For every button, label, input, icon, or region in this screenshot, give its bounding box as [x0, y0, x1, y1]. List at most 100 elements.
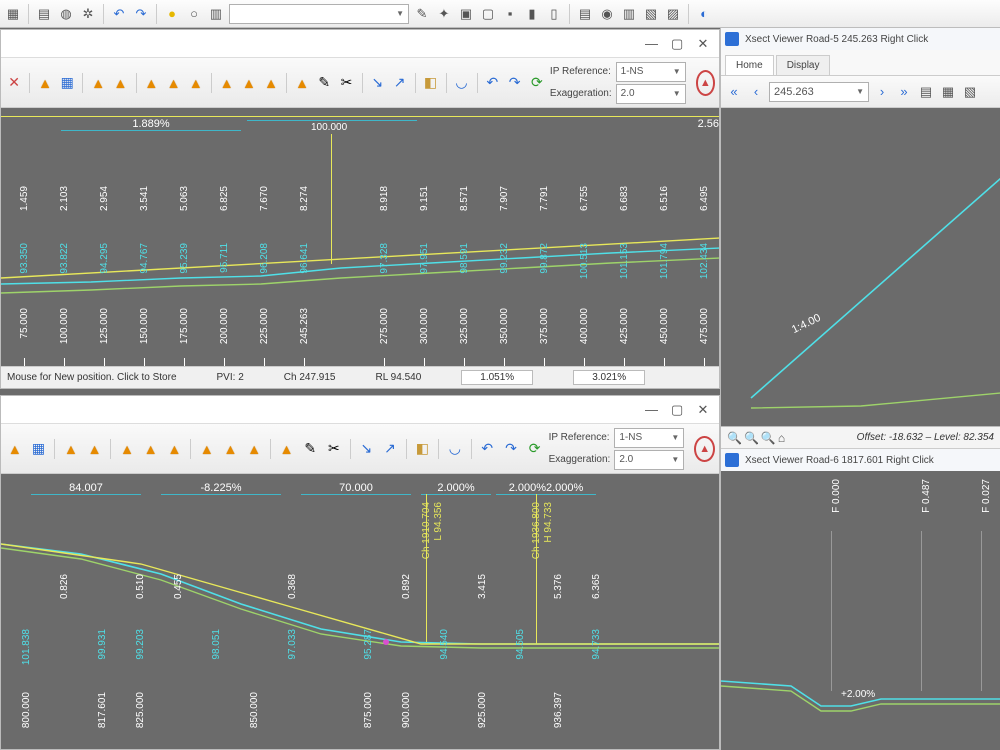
- ip-b-icon[interactable]: ▲: [111, 68, 129, 98]
- undo-icon[interactable]: ↶: [110, 5, 128, 23]
- ip2c-icon[interactable]: ▲: [117, 434, 137, 464]
- ip-f-icon[interactable]: ▲: [218, 68, 236, 98]
- next-icon[interactable]: ›: [873, 83, 891, 101]
- layer-combo[interactable]: ▼: [229, 4, 409, 24]
- select-rect-icon[interactable]: ▢: [479, 5, 497, 23]
- refresh-button[interactable]: ▲: [696, 70, 715, 96]
- scissors-icon[interactable]: ✂: [337, 68, 355, 98]
- ip-table-icon[interactable]: ▦: [29, 434, 49, 464]
- ip-insert-icon[interactable]: ▲: [5, 434, 25, 464]
- tab-home[interactable]: Home: [725, 55, 774, 75]
- level-value: 94.767: [139, 243, 150, 274]
- pick-icon[interactable]: ▪: [501, 5, 519, 23]
- cline2-icon[interactable]: ↗: [380, 434, 400, 464]
- ip-insert-icon[interactable]: ▲: [36, 68, 54, 98]
- ip-ref-combo[interactable]: 1-NS ▼: [616, 62, 686, 82]
- xs-tool-c-icon[interactable]: ▧: [961, 83, 979, 101]
- ip-g-icon[interactable]: ▲: [240, 68, 258, 98]
- zoom-in-icon[interactable]: 🔍: [727, 431, 742, 445]
- film-icon[interactable]: ▥: [207, 5, 225, 23]
- ip-e-icon[interactable]: ▲: [187, 68, 205, 98]
- layers-icon[interactable]: ▤: [35, 5, 53, 23]
- maximize-button[interactable]: ▢: [671, 402, 683, 418]
- zoom-home-icon[interactable]: ⌂: [778, 431, 785, 445]
- chainage-value: 100.000: [59, 308, 70, 344]
- select-icon[interactable]: ▣: [457, 5, 475, 23]
- corridor-line2-icon[interactable]: ↗: [391, 68, 409, 98]
- redo-icon[interactable]: ↷: [132, 5, 150, 23]
- stack2-icon[interactable]: ▧: [642, 5, 660, 23]
- ip2h-icon[interactable]: ▲: [244, 434, 264, 464]
- redo2-icon[interactable]: ↷: [505, 68, 523, 98]
- exag-combo-2[interactable]: 2.0▼: [614, 450, 684, 470]
- prev-icon[interactable]: ‹: [747, 83, 765, 101]
- ip2b-icon[interactable]: ▲: [85, 434, 105, 464]
- ip2e-icon[interactable]: ▲: [165, 434, 185, 464]
- refresh-small-icon[interactable]: ⟳: [528, 68, 546, 98]
- close-tool-icon[interactable]: ✕: [5, 68, 23, 98]
- ip-d-icon[interactable]: ▲: [164, 68, 182, 98]
- xsect1-canvas[interactable]: 1:4.00: [721, 108, 1000, 426]
- refresh2-icon[interactable]: ⟳: [525, 434, 545, 464]
- xsect1-tools: « ‹ 245.263▼ › » ▤ ▦ ▧: [721, 76, 1000, 108]
- profile-canvas-1[interactable]: 1.889% 2.56 100.000 1.45993.35075.0002.1…: [1, 108, 719, 366]
- cube-icon[interactable]: ◧: [421, 68, 439, 98]
- ip-i-icon[interactable]: ▲: [293, 68, 311, 98]
- ip2d-icon[interactable]: ▲: [141, 434, 161, 464]
- cline-icon[interactable]: ↘: [356, 434, 376, 464]
- ip2g-icon[interactable]: ▲: [221, 434, 241, 464]
- maximize-button[interactable]: ▢: [671, 36, 683, 52]
- xs-tool-b-icon[interactable]: ▦: [939, 83, 957, 101]
- next-far-icon[interactable]: »: [895, 83, 913, 101]
- arc2-icon[interactable]: ◡: [445, 434, 465, 464]
- stack-icon[interactable]: ▥: [620, 5, 638, 23]
- ip2i-icon[interactable]: ▲: [277, 434, 297, 464]
- bulb-on-icon[interactable]: ●: [163, 5, 181, 23]
- minimize-button[interactable]: —: [645, 36, 657, 51]
- redo3-icon[interactable]: ↷: [501, 434, 521, 464]
- zoom-fit-icon[interactable]: 🔍: [761, 431, 776, 445]
- refresh-button-2[interactable]: ▲: [694, 436, 715, 462]
- wand-icon[interactable]: ✎: [413, 5, 431, 23]
- wheel-icon[interactable]: ✲: [79, 5, 97, 23]
- grid-icon[interactable]: ▦: [4, 5, 22, 23]
- thin-icon[interactable]: ▯: [545, 5, 563, 23]
- cs-combo[interactable]: 245.263▼: [769, 82, 869, 102]
- ip-table-icon[interactable]: ▦: [58, 68, 76, 98]
- eye-icon[interactable]: ◉: [598, 5, 616, 23]
- cube2-icon[interactable]: ◧: [413, 434, 433, 464]
- ip-h-icon[interactable]: ▲: [262, 68, 280, 98]
- arc-icon[interactable]: ◡: [452, 68, 470, 98]
- bulb-off-icon[interactable]: ○: [185, 5, 203, 23]
- ip-ref-combo-2[interactable]: 1-NS▼: [614, 428, 684, 448]
- col-icon[interactable]: ▮: [523, 5, 541, 23]
- exag-combo[interactable]: 2.0 ▼: [616, 84, 686, 104]
- undo3-icon[interactable]: ↶: [477, 434, 497, 464]
- profile-canvas-2[interactable]: 84.007 -8.225% 70.000 2.000% 2.000%2.000…: [1, 474, 719, 749]
- level-value: 101.794: [659, 243, 670, 279]
- prev-far-icon[interactable]: «: [725, 83, 743, 101]
- erase-icon[interactable]: ✦: [435, 5, 453, 23]
- xs-tool-a-icon[interactable]: ▤: [917, 83, 935, 101]
- stack3-icon[interactable]: ▨: [664, 5, 682, 23]
- ip2a-icon[interactable]: ▲: [61, 434, 81, 464]
- xsect2-canvas[interactable]: F 0.000 F 0.487 F 0.027 +2.00%: [721, 471, 1000, 750]
- scissors2-icon[interactable]: ✂: [324, 434, 344, 464]
- diff-value: 6.516: [659, 186, 670, 211]
- ip-c-icon[interactable]: ▲: [142, 68, 160, 98]
- ip-a-icon[interactable]: ▲: [89, 68, 107, 98]
- pencil-icon[interactable]: ✎: [315, 68, 333, 98]
- ip2f-icon[interactable]: ▲: [197, 434, 217, 464]
- help-icon[interactable]: ◐: [695, 5, 713, 23]
- undo2-icon[interactable]: ↶: [483, 68, 501, 98]
- clipboard-icon[interactable]: ▤: [576, 5, 594, 23]
- zoom-out-icon[interactable]: 🔍: [744, 431, 759, 445]
- pencil2-icon[interactable]: ✎: [300, 434, 320, 464]
- close-button[interactable]: ✕: [697, 36, 709, 52]
- close-button[interactable]: ✕: [697, 402, 709, 418]
- globe-icon[interactable]: ◍: [57, 5, 75, 23]
- level-value: 101.153: [619, 243, 630, 279]
- tab-display[interactable]: Display: [776, 55, 831, 75]
- corridor-line-icon[interactable]: ↘: [368, 68, 386, 98]
- minimize-button[interactable]: —: [645, 402, 657, 417]
